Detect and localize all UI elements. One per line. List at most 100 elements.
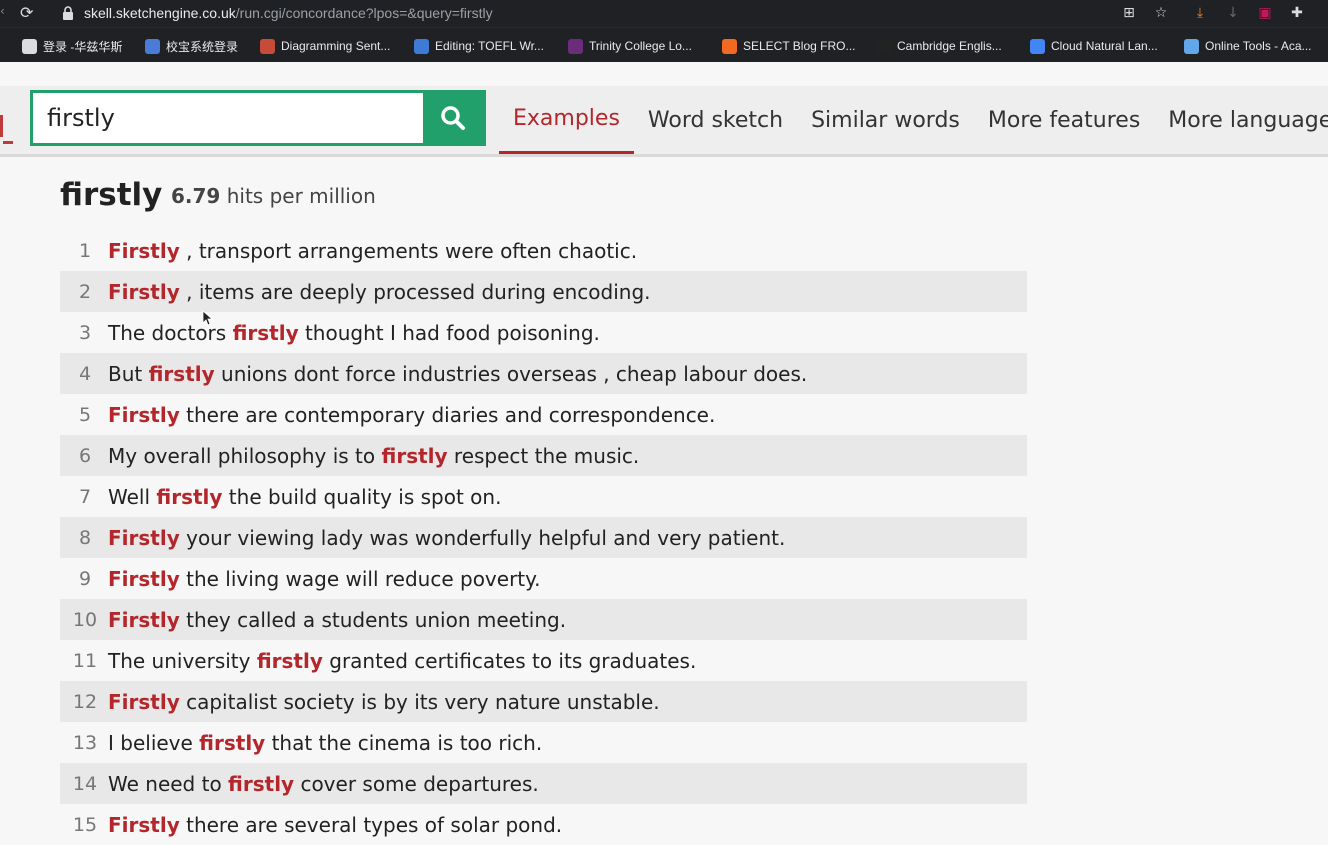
bookmark-item[interactable]: Online Tools - Aca... — [1184, 37, 1312, 55]
headword-title: firstly — [60, 177, 163, 213]
row-number: 8 — [78, 526, 92, 549]
sentence-after: respect the music. — [447, 443, 640, 468]
sentence-before: The university — [108, 648, 257, 673]
hits-unit: hits per million — [226, 184, 376, 208]
url-host: skell.sketchengine.co.uk — [84, 5, 236, 21]
keyword-highlight: firstly — [148, 361, 215, 386]
tab-more-languages[interactable]: More languages — [1154, 86, 1328, 154]
extension-icon[interactable]: ▣ — [1256, 4, 1274, 22]
bookmark-label: 登录 -华兹华斯 — [43, 39, 123, 54]
row-number: 2 — [78, 280, 92, 303]
concordance-row[interactable]: 6 My overall philosophy is to firstly res… — [60, 435, 1027, 476]
concordance-row[interactable]: 1 Firstly , transport arrangements were o… — [60, 230, 1027, 271]
address-bar[interactable]: skell.sketchengine.co.uk/run.cgi/concord… — [84, 4, 493, 22]
row-number: 14 — [72, 772, 98, 795]
ampersand-icon — [876, 38, 891, 54]
keyword-highlight: Firstly — [108, 238, 180, 263]
sentence-after: thought I had food poisoning. — [298, 320, 600, 345]
sentence-before: I believe — [108, 730, 200, 755]
diamond-icon — [145, 38, 160, 54]
diagram-icon — [260, 38, 275, 54]
sentence: But firstly unions dont force industries… — [108, 362, 1027, 386]
search-button[interactable] — [423, 93, 483, 143]
bookmark-item[interactable]: SELECT Blog FRO... — [722, 37, 855, 55]
bookmark-label: SELECT Blog FRO... — [743, 39, 856, 53]
sentence-before: We need to — [108, 771, 229, 796]
search-box — [30, 90, 486, 146]
tab-word-sketch[interactable]: Word sketch — [634, 86, 797, 154]
translate-icon[interactable]: ⊞ — [1120, 4, 1138, 22]
keyword-highlight: firstly — [232, 320, 299, 345]
lock-icon — [63, 6, 73, 20]
concordance-row[interactable]: 13 I believe firstly that the cinema is t… — [60, 722, 1027, 763]
concordance-row[interactable]: 4 But firstly unions dont force industrie… — [60, 353, 1027, 394]
concordance-row[interactable]: 10 Firstly they called a students union m… — [60, 599, 1027, 640]
search-input[interactable] — [33, 93, 421, 143]
concordance-row[interactable]: 2 Firstly , items are deeply processed du… — [60, 271, 1027, 312]
hits-value: 6.79 — [171, 184, 221, 208]
sentence-after: capitalist society is by its very nature… — [179, 689, 660, 714]
keyword-highlight: Firstly — [108, 812, 180, 837]
concordance-row[interactable]: 7 Well firstly the build quality is spot … — [60, 476, 1027, 517]
bookmark-item[interactable]: Editing: TOEFL Wr... — [414, 37, 544, 55]
sentence-after: unions dont force industries overseas , … — [214, 361, 808, 386]
bookmark-item[interactable]: 校宝系统登录 — [145, 37, 238, 55]
download-icon[interactable]: ⤓ — [1191, 4, 1209, 22]
sentence-after: your viewing lady was wonderfully helpfu… — [179, 525, 786, 550]
bookmark-item[interactable]: Diagramming Sent... — [260, 37, 390, 55]
keyword-highlight: Firstly — [108, 566, 180, 591]
bookmark-item[interactable]: Cloud Natural Lan... — [1030, 37, 1158, 55]
puzzle-extensions-icon[interactable]: ✚ — [1288, 4, 1306, 22]
download-arrow-icon[interactable]: ↓ — [1224, 4, 1242, 22]
bookmark-label: Trinity College Lo... — [589, 39, 692, 53]
bookmark-star-icon[interactable]: ☆ — [1152, 4, 1170, 22]
sentence: The university firstly granted certifica… — [108, 649, 1027, 673]
concordance-row[interactable]: 8 Firstly your viewing lady was wonderful… — [60, 517, 1027, 558]
sentence-after: the living wage will reduce poverty. — [179, 566, 541, 591]
sentence-after: the build quality is spot on. — [222, 484, 502, 509]
bookmark-item[interactable]: 登录 -华兹华斯 — [22, 37, 122, 55]
back-icon[interactable]: ‹ — [0, 4, 8, 22]
keyword-highlight: firstly — [228, 771, 295, 796]
bookmark-label: Cambridge Englis... — [897, 39, 1002, 53]
tab-similar-words[interactable]: Similar words — [797, 86, 974, 154]
blogger-icon — [722, 38, 737, 54]
keyword-highlight: Firstly — [108, 279, 180, 304]
concordance-row[interactable]: 12 Firstly capitalist society is by its v… — [60, 681, 1027, 722]
concordance-row[interactable]: 15 Firstly there are several types of sol… — [60, 804, 1027, 845]
sentence-before: My overall philosophy is to — [108, 443, 382, 468]
concordance-row[interactable]: 5 Firstly there are contemporary diaries … — [60, 394, 1027, 435]
bookmark-label: Cloud Natural Lan... — [1051, 39, 1158, 53]
sentence-before: But — [108, 361, 149, 386]
site-logo-fragment[interactable] — [0, 111, 14, 144]
reload-icon[interactable]: ⟳ — [20, 3, 38, 23]
page-content: ExamplesWord sketchSimilar wordsMore fea… — [0, 62, 1328, 837]
row-number: 15 — [72, 813, 98, 836]
sentence-before: The doctors — [108, 320, 233, 345]
row-number: 6 — [78, 444, 92, 467]
sentence: The doctors firstly thought I had food p… — [108, 321, 1027, 345]
sentence-after: there are contemporary diaries and corre… — [179, 402, 716, 427]
sentence: Firstly your viewing lady was wonderfull… — [108, 526, 1027, 550]
bookmarks-bar: 登录 -华兹华斯 校宝系统登录 Diagramming Sent... Editing… — [0, 27, 1328, 63]
bookmark-label: Editing: TOEFL Wr... — [435, 39, 544, 53]
row-number: 12 — [72, 690, 98, 713]
row-number: 9 — [78, 567, 92, 590]
keyword-highlight: Firstly — [108, 607, 180, 632]
sentence: Firstly there are several types of solar… — [108, 813, 1027, 837]
bookmark-item[interactable]: Trinity College Lo... — [568, 37, 692, 55]
concordance-row[interactable]: 9 Firstly the living wage will reduce pov… — [60, 558, 1027, 599]
bookmark-label: 校宝系统登录 — [166, 39, 239, 54]
sentence: Well firstly the build quality is spot o… — [108, 485, 1027, 509]
concordance-row[interactable]: 14 We need to firstly cover some departur… — [60, 763, 1027, 804]
globe-icon — [22, 38, 37, 54]
bookmark-item[interactable]: Cambridge Englis... — [876, 37, 1002, 55]
concordance-row[interactable]: 11 The university firstly granted certifi… — [60, 640, 1027, 681]
tab-examples[interactable]: Examples — [499, 86, 634, 154]
sentence-before: Well — [108, 484, 157, 509]
row-number: 5 — [78, 403, 92, 426]
row-number: 3 — [78, 321, 92, 344]
tab-more-features[interactable]: More features — [974, 86, 1154, 154]
mouse-cursor-icon — [202, 310, 212, 326]
keyword-highlight: firstly — [256, 648, 323, 673]
